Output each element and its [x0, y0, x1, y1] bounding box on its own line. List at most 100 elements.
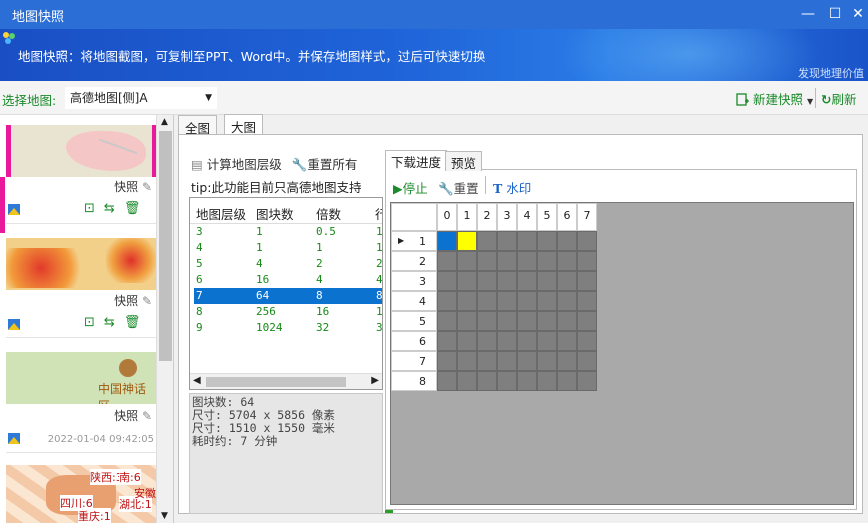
tile-cell[interactable] [437, 291, 457, 311]
table-row[interactable]: 3 1 0.5 1 [194, 224, 382, 240]
tile-cell[interactable] [457, 331, 477, 351]
tile-cell[interactable] [437, 271, 457, 291]
tile-cell[interactable] [577, 351, 597, 371]
tile-cell[interactable] [517, 251, 537, 271]
tile-cell[interactable] [497, 271, 517, 291]
tile-cell[interactable] [537, 251, 557, 271]
tile-cell[interactable] [477, 331, 497, 351]
scrollbar-thumb[interactable] [206, 377, 346, 387]
scroll-right-icon[interactable]: ▶ [371, 375, 379, 386]
tab-large-map[interactable]: 大图 [224, 114, 264, 135]
tile-cell[interactable] [457, 351, 477, 371]
delete-icon[interactable]: 🗑 [124, 315, 150, 330]
tile-cell[interactable] [477, 231, 497, 251]
watermark-button[interactable]: T 水印 [493, 178, 531, 197]
tile-cell[interactable] [557, 231, 577, 251]
tile-cell[interactable] [477, 291, 497, 311]
table-hscrollbar[interactable]: ◀ ▶ [190, 373, 382, 389]
scrollbar-thumb[interactable] [159, 131, 172, 361]
tile-cell[interactable] [557, 271, 577, 291]
tile-cell[interactable] [477, 371, 497, 391]
scroll-up-icon[interactable]: ▲ [161, 117, 168, 127]
stop-button[interactable]: ▶停止 [393, 178, 428, 197]
tile-cell[interactable] [577, 231, 597, 251]
reset-all-button[interactable]: 🔧重置所有 [292, 157, 358, 172]
tile-cell[interactable] [577, 251, 597, 271]
tile-cell[interactable] [457, 251, 477, 271]
table-row[interactable]: 4111 [194, 240, 382, 256]
tile-cell[interactable] [557, 331, 577, 351]
tile-cell[interactable] [537, 331, 557, 351]
tile-cell[interactable] [517, 271, 537, 291]
preview-icon[interactable]: ⊡ [84, 201, 104, 216]
tile-cell[interactable] [537, 291, 557, 311]
tile-cell[interactable] [557, 351, 577, 371]
tab-preview[interactable]: 预览 [445, 151, 483, 171]
scroll-down-icon[interactable]: ▼ [161, 511, 168, 521]
tile-cell[interactable] [437, 251, 457, 271]
map-select[interactable]: 高德地图[侧]A ▼ [65, 87, 217, 109]
tile-cell[interactable] [477, 351, 497, 371]
tile-cell[interactable] [537, 311, 557, 331]
tile-cell[interactable] [557, 291, 577, 311]
tile-cell[interactable] [537, 231, 557, 251]
tile-cell[interactable] [457, 231, 477, 251]
tile-cell[interactable] [457, 311, 477, 331]
tile-cell[interactable] [537, 351, 557, 371]
tile-cell[interactable] [517, 351, 537, 371]
tile-cell[interactable] [497, 231, 517, 251]
tile-cell[interactable] [577, 291, 597, 311]
tile-cell[interactable] [557, 251, 577, 271]
snapshot-thumbnail[interactable]: 陕西:3 南:6 四川:6 湖北:1 重庆:1 安徽 [6, 465, 156, 523]
snapshot-thumbnail[interactable] [6, 238, 156, 290]
swap-icon[interactable]: ⇆ [104, 201, 124, 216]
tile-cell[interactable] [537, 371, 557, 391]
table-row[interactable]: 9 1024 32 3 [194, 320, 382, 336]
snapshot-thumbnail[interactable] [6, 125, 156, 177]
refresh-button[interactable]: ↻刷新 [821, 89, 857, 108]
scroll-left-icon[interactable]: ◀ [193, 375, 201, 386]
tile-cell[interactable] [517, 291, 537, 311]
tab-full-map[interactable]: 全图 [178, 115, 218, 136]
tile-cell[interactable] [557, 371, 577, 391]
tile-cell[interactable] [577, 331, 597, 351]
close-button[interactable]: ✕ [845, 3, 868, 25]
tile-cell[interactable] [557, 311, 577, 331]
tile-cell[interactable] [437, 371, 457, 391]
swap-icon[interactable]: ⇆ [104, 315, 124, 330]
preview-icon[interactable]: ⊡ [84, 315, 104, 330]
tile-cell[interactable] [577, 371, 597, 391]
snapshot-scrollbar[interactable]: ▲ ▼ [156, 115, 173, 523]
snapshot-thumbnail[interactable]: 中国神话区 [6, 352, 156, 404]
tile-cell[interactable] [517, 231, 537, 251]
tile-cell[interactable] [517, 331, 537, 351]
tile-cell[interactable] [477, 311, 497, 331]
reset-button[interactable]: 🔧重置 [438, 178, 479, 197]
tile-cell[interactable] [457, 371, 477, 391]
tile-cell[interactable] [517, 371, 537, 391]
tile-cell[interactable] [497, 331, 517, 351]
tile-cell[interactable] [577, 311, 597, 331]
tile-cell[interactable] [497, 371, 517, 391]
calc-levels-button[interactable]: ▤ 计算地图层级 [191, 157, 282, 172]
tile-cell[interactable] [437, 231, 457, 251]
tile-cell[interactable] [517, 311, 537, 331]
tab-download-progress[interactable]: 下载进度 [385, 150, 448, 170]
tile-cell[interactable] [497, 291, 517, 311]
tile-cell[interactable] [477, 271, 497, 291]
tile-cell[interactable] [497, 311, 517, 331]
tile-cell[interactable] [577, 271, 597, 291]
table-row[interactable]: 6 16 4 4 [194, 272, 382, 288]
tile-cell[interactable] [497, 251, 517, 271]
tile-cell[interactable] [497, 351, 517, 371]
table-row[interactable]: 8 256 16 1 [194, 304, 382, 320]
minimize-button[interactable]: — [795, 3, 821, 25]
table-row-selected[interactable]: 7 64 8 8 [194, 288, 382, 304]
tile-cell[interactable] [437, 331, 457, 351]
delete-icon[interactable]: 🗑 [124, 201, 150, 216]
tile-cell[interactable] [437, 351, 457, 371]
tile-cell[interactable] [457, 271, 477, 291]
tile-cell[interactable] [537, 271, 557, 291]
table-row[interactable]: 5422 [194, 256, 382, 272]
tile-cell[interactable] [457, 291, 477, 311]
